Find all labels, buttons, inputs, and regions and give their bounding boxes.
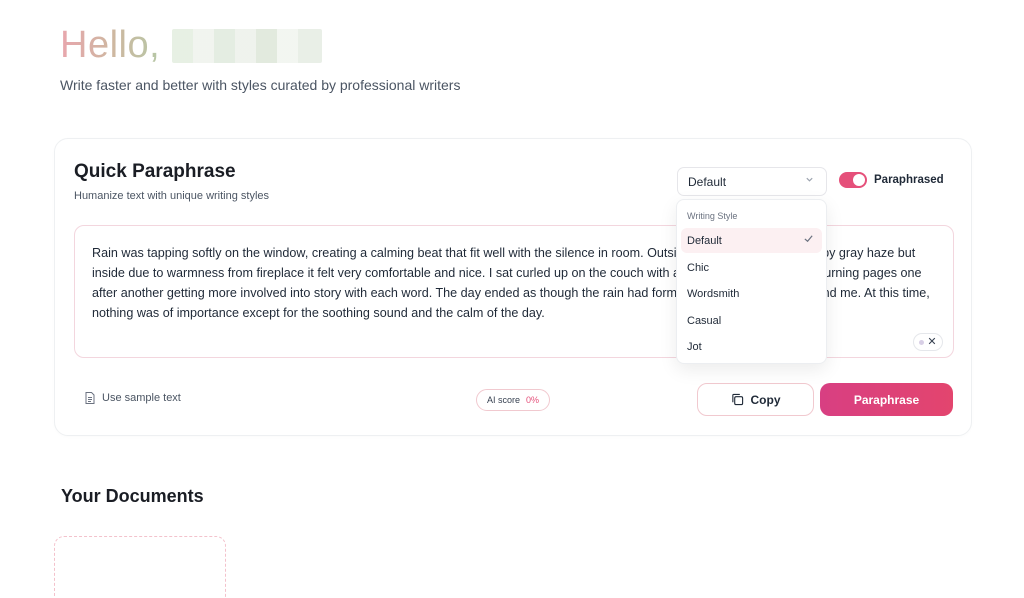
page-subtitle: Write faster and better with styles cura… [60,77,461,93]
use-sample-text-link[interactable]: Use sample text [85,392,181,404]
card-subtitle: Humanize text with unique writing styles [74,190,270,202]
check-icon [803,233,814,247]
dot-icon [919,339,925,345]
documents-section-title: Your Documents [61,486,204,506]
writing-style-select[interactable]: Default [677,167,827,196]
style-option-label: Chic [687,261,710,274]
blurred-username [172,28,323,63]
style-option-label: Default [687,234,722,247]
paraphrased-toggle[interactable] [839,172,867,188]
writing-style-dropdown: Writing Style Default Chic Wordsmith Cas… [676,199,827,364]
style-option-default[interactable]: Default [681,228,822,253]
ai-score-badge: AI score 0% [476,389,551,411]
chevron-down-icon [805,175,814,187]
copy-button-label: Copy [750,392,781,407]
copy-button[interactable]: Copy [697,383,814,416]
paraphrased-toggle-group: Paraphrased [839,172,944,188]
style-option-wordsmith[interactable]: Wordsmith [681,281,822,306]
document-icon [85,392,95,404]
style-option-chic[interactable]: Chic [681,255,822,280]
style-option-label: Casual [687,314,722,327]
writing-style-value: Default [688,174,727,189]
card-title: Quick Paraphrase [74,161,236,182]
paraphrased-toggle-label: Paraphrased [874,174,944,186]
style-option-jot[interactable]: Jot [681,334,822,359]
close-icon: ✕ [927,336,937,348]
ai-score-label: AI score [487,395,521,405]
quick-paraphrase-card: Quick Paraphrase Humanize text with uniq… [54,138,972,436]
greeting: Hello, [60,24,323,67]
ai-score-value: 0% [526,395,540,405]
style-option-label: Jot [687,340,702,353]
new-document-card[interactable] [54,536,226,598]
paraphrase-button[interactable]: Paraphrase [820,383,953,416]
clear-text-button[interactable]: ✕ [913,333,943,351]
dropdown-header: Writing Style [687,211,738,221]
use-sample-text-label: Use sample text [102,392,181,404]
style-option-casual[interactable]: Casual [681,308,822,333]
copy-icon [731,393,743,406]
paraphrase-button-label: Paraphrase [853,392,920,407]
greeting-text: Hello, [60,24,161,66]
style-option-label: Wordsmith [687,287,740,300]
